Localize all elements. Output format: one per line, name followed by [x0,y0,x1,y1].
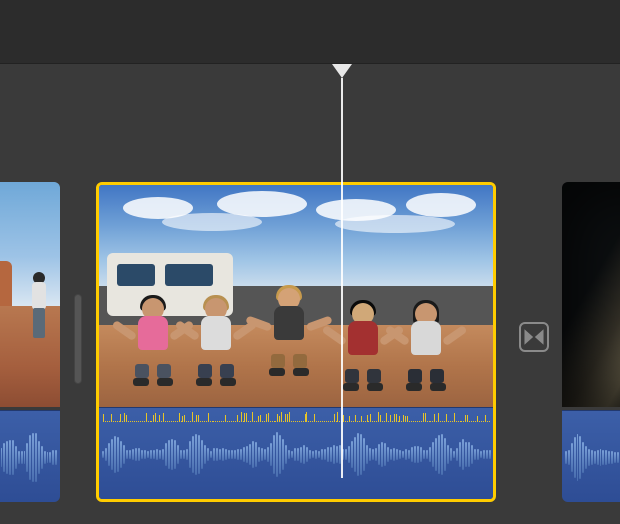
waveform [0,423,60,492]
cross-dissolve-transition-icon[interactable] [519,322,549,352]
playhead-line[interactable] [341,78,343,478]
clip-thumbnail [99,185,493,410]
waveform [562,423,620,492]
clip-thumbnail [562,182,620,407]
timeline[interactable] [0,64,620,524]
clip-audio-track[interactable] [0,410,60,502]
clip-right[interactable] [562,182,620,502]
clip-thumbnail [0,182,60,407]
clip-audio-track[interactable] [562,410,620,502]
clip-center-selected[interactable] [96,182,496,502]
timeline-scroll-thumb[interactable] [74,294,82,384]
clip-audio-track[interactable] [99,407,493,499]
waveform [99,420,493,489]
playhead-marker-icon[interactable] [332,64,352,78]
clip-left[interactable] [0,182,60,502]
toolbar-strip [0,0,620,64]
